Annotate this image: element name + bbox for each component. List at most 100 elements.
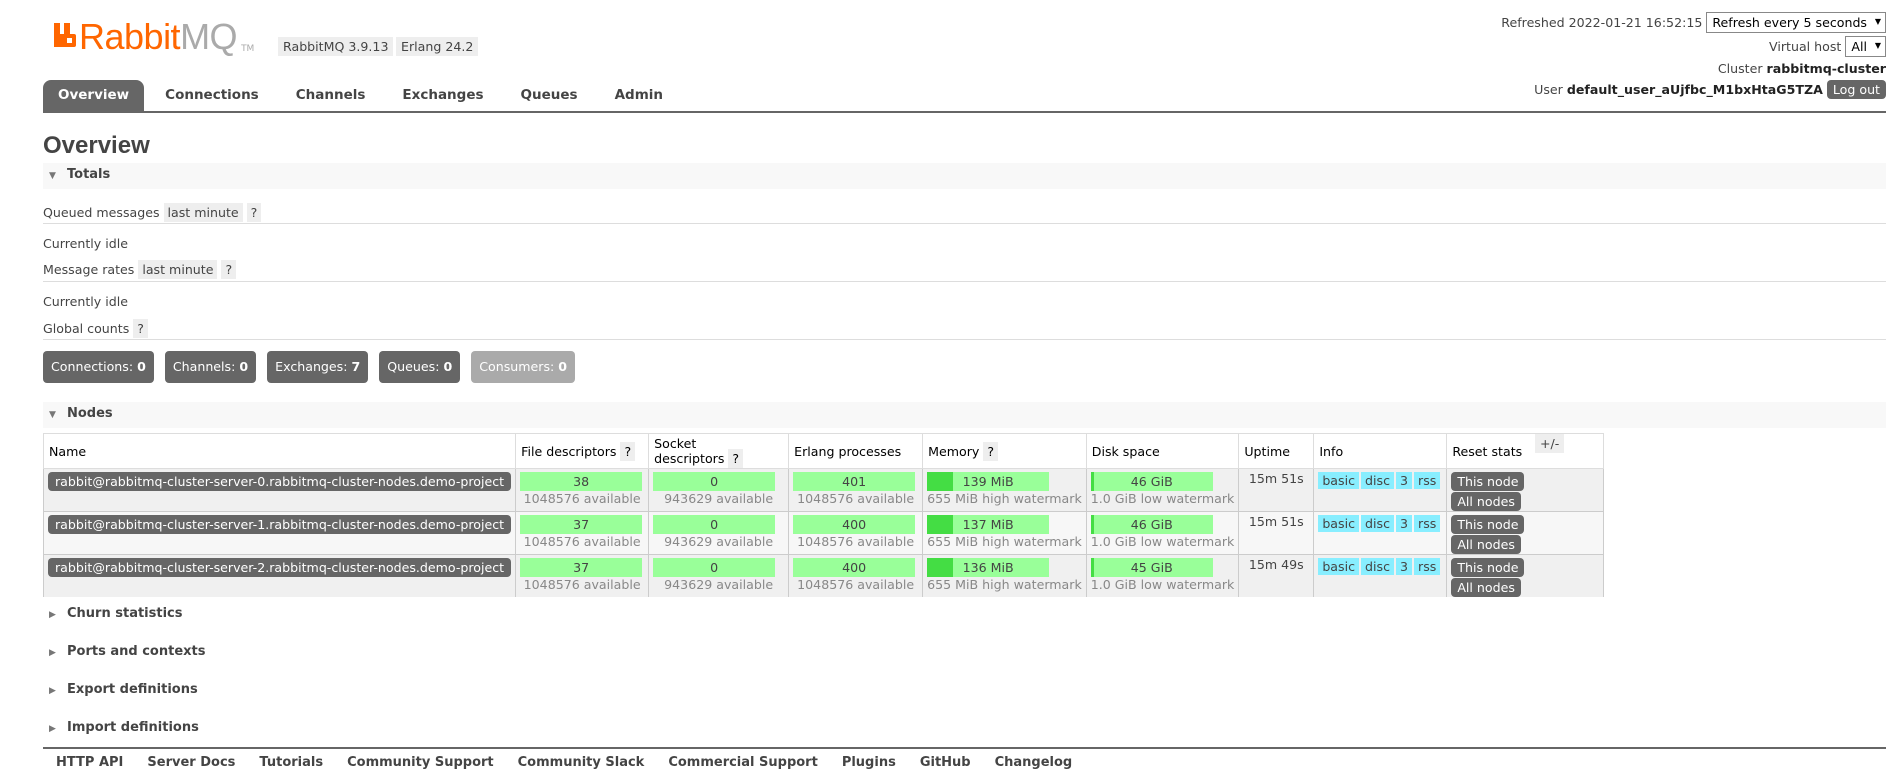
col-erlang-processes: Erlang processes (788, 433, 924, 469)
col-disk-space: Disk space (1085, 433, 1240, 469)
help-button[interactable]: ? (728, 449, 744, 468)
footer-link-commercial-support[interactable]: Commercial Support (668, 755, 818, 770)
vhost-row: Virtual host All (1501, 34, 1886, 58)
node-name-link[interactable]: rabbit@rabbitmq-cluster-server-0.rabbitm… (48, 472, 512, 491)
main-tabs: Overview Connections Channels Exchanges … (43, 80, 688, 112)
queued-help-button[interactable]: ? (246, 203, 262, 222)
col-uptime: Uptime (1238, 433, 1315, 469)
footer-link-server-docs[interactable]: Server Docs (147, 755, 235, 770)
consumers-count-button[interactable]: Consumers: 0 (471, 351, 576, 383)
uptime-value: 15m 49s (1238, 554, 1315, 597)
logo-trademark: TM (241, 44, 255, 54)
reset-all-nodes-button[interactable]: All nodes (1451, 578, 1521, 597)
footer-link-community-slack[interactable]: Community Slack (518, 755, 645, 770)
info-tag: 3 (1396, 472, 1413, 489)
queued-idle-text: Currently idle (43, 236, 128, 251)
table-header-row: Name File descriptors? Socket descriptor… (42, 433, 1605, 469)
virtual-host-select[interactable]: All (1845, 35, 1886, 57)
tab-admin[interactable]: Admin (603, 80, 675, 112)
info-tag: basic (1318, 515, 1360, 532)
expand-triangle-icon: ▶ (49, 610, 56, 620)
global-counts: Connections: 0 Channels: 0 Exchanges: 7 … (43, 351, 586, 383)
disk-watermark: 1.0 GiB low watermark (1090, 491, 1235, 506)
ep-available: 1048576 available (797, 534, 915, 549)
disk-fill (1090, 558, 1094, 577)
queued-range-select[interactable]: last minute (163, 203, 243, 222)
reset-this-node-button[interactable]: This node (1451, 558, 1525, 577)
tab-exchanges[interactable]: Exchanges (390, 80, 495, 112)
expand-triangle-icon: ▶ (49, 686, 56, 696)
cluster-label: Cluster (1717, 61, 1763, 76)
socket-descriptors-bar: 0 (653, 472, 776, 491)
help-button[interactable]: ? (620, 441, 636, 461)
node-name-link[interactable]: rabbit@rabbitmq-cluster-server-1.rabbitm… (48, 515, 512, 534)
uptime-value: 15m 51s (1238, 468, 1315, 512)
tab-queues[interactable]: Queues (509, 80, 590, 112)
fd-available: 1048576 available (523, 491, 641, 506)
totals-heading: Totals (67, 167, 111, 182)
tab-connections[interactable]: Connections (153, 80, 271, 112)
ports-contexts-section[interactable]: ▶ Ports and contexts (43, 640, 1886, 666)
help-button[interactable]: ? (983, 441, 999, 461)
connections-count-button[interactable]: Connections: 0 (43, 351, 154, 383)
table-row: rabbit@rabbitmq-cluster-server-1.rabbitm… (42, 511, 1605, 555)
logout-button[interactable]: Log out (1826, 80, 1886, 99)
memory-watermark: 655 MiB high watermark (927, 534, 1082, 549)
nodes-section-header[interactable]: ▼ Nodes (43, 402, 1886, 428)
totals-section-header[interactable]: ▼ Totals (43, 163, 1886, 189)
info-tag: basic (1318, 472, 1360, 489)
global-counts-row: Global counts? (43, 319, 148, 338)
import-definitions-section[interactable]: ▶ Import definitions (43, 716, 1886, 742)
rates-range-select[interactable]: last minute (138, 260, 218, 279)
reset-all-nodes-button[interactable]: All nodes (1451, 535, 1521, 554)
churn-statistics-section[interactable]: ▶ Churn statistics (43, 602, 1886, 628)
memory-bar: 136 MiB (927, 558, 1050, 577)
erlang-processes-bar: 401 (793, 472, 916, 491)
virtual-host-label: Virtual host (1769, 38, 1842, 54)
column-toggle-button[interactable]: +/- (1535, 434, 1565, 453)
footer-link-http-api[interactable]: HTTP API (56, 755, 123, 770)
footer-link-github[interactable]: GitHub (920, 755, 971, 770)
node-name-link[interactable]: rabbit@rabbitmq-cluster-server-2.rabbitm… (48, 558, 512, 577)
info-tag: disc (1361, 558, 1394, 575)
tab-channels[interactable]: Channels (284, 80, 378, 112)
footer-link-plugins[interactable]: Plugins (842, 755, 896, 770)
footer-link-tutorials[interactable]: Tutorials (259, 755, 323, 770)
info-tag: disc (1361, 472, 1394, 489)
refresh-interval-select[interactable]: Refresh every 5 seconds (1706, 11, 1886, 33)
rabbitmq-logo[interactable]: RabbitMQ TM (54, 19, 255, 55)
memory-watermark: 655 MiB high watermark (927, 577, 1082, 592)
refresh-row: Refreshed 2022-01-21 16:52:15 Refresh ev… (1501, 10, 1886, 34)
memory-fill (927, 515, 953, 534)
info-tag: rss (1414, 472, 1441, 489)
reset-all-nodes-button[interactable]: All nodes (1451, 492, 1521, 511)
reset-this-node-button[interactable]: This node (1451, 515, 1525, 534)
fd-available: 1048576 available (523, 577, 641, 592)
exchanges-count-button[interactable]: Exchanges: 7 (267, 351, 369, 383)
col-name: Name (42, 433, 517, 469)
tab-overview[interactable]: Overview (43, 80, 145, 112)
info-tag: 3 (1396, 515, 1413, 532)
info-tag: disc (1361, 515, 1394, 532)
footer-divider (43, 747, 1886, 749)
reset-this-node-button[interactable]: This node (1451, 472, 1525, 491)
header-status: Refreshed 2022-01-21 16:52:15 Refresh ev… (1501, 10, 1886, 100)
tab-divider (43, 111, 1886, 113)
footer-link-changelog[interactable]: Changelog (995, 755, 1073, 770)
erlang-processes-bar: 400 (793, 558, 916, 577)
footer-link-community-support[interactable]: Community Support (347, 755, 494, 770)
disk-watermark: 1.0 GiB low watermark (1090, 577, 1235, 592)
queues-count-button[interactable]: Queues: 0 (379, 351, 461, 383)
memory-bar: 137 MiB (927, 515, 1050, 534)
memory-bar: 139 MiB (927, 472, 1050, 491)
export-definitions-section[interactable]: ▶ Export definitions (43, 678, 1886, 704)
message-rates-label: Message rates (43, 262, 135, 277)
global-help-button[interactable]: ? (133, 319, 148, 338)
memory-fill (927, 558, 953, 577)
cluster-name: rabbitmq-cluster (1766, 61, 1886, 76)
disk-fill (1090, 472, 1094, 491)
channels-count-button[interactable]: Channels: 0 (164, 351, 257, 383)
rates-help-button[interactable]: ? (221, 260, 237, 279)
erlang-processes-bar: 400 (793, 515, 916, 534)
socket-descriptors-bar: 0 (653, 515, 776, 534)
